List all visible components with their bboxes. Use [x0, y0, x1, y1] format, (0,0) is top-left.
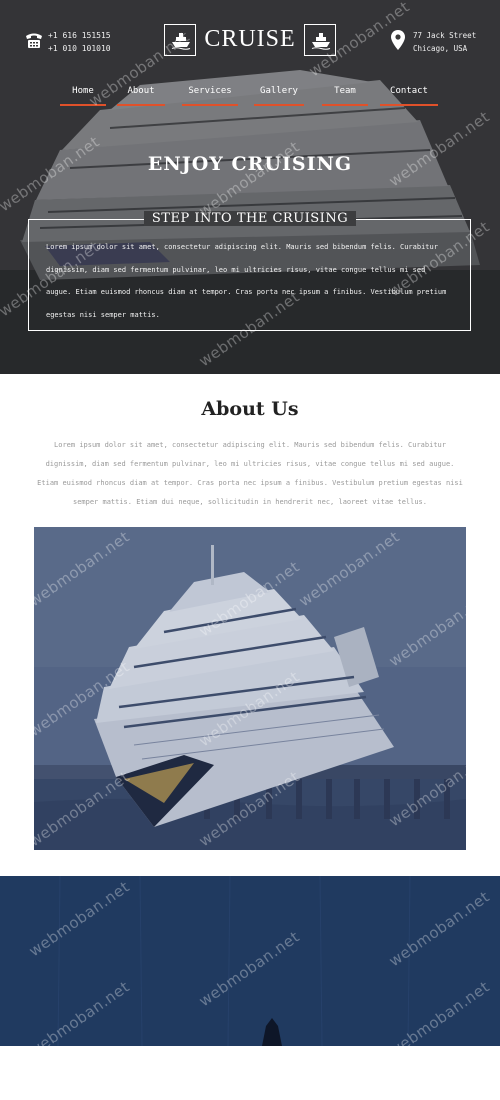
ship-icon	[171, 33, 191, 50]
bottom-strip	[0, 1046, 500, 1100]
nav-label: Home	[72, 86, 94, 96]
map-pin-icon	[391, 30, 405, 50]
logo-text: CRUISE	[204, 26, 296, 52]
nav-gallery[interactable]: Gallery	[254, 84, 304, 106]
nav-underline	[322, 104, 368, 106]
cruise-ship-illustration	[34, 527, 466, 850]
nav-about[interactable]: About	[117, 84, 165, 106]
main-navigation: Home About Services Gallery Team Contact	[60, 84, 440, 106]
phone-icon	[26, 33, 42, 48]
nav-team[interactable]: Team	[322, 84, 368, 106]
hero-box-title-wrap: STEP INTO THE CRUISING	[136, 211, 364, 226]
nav-home[interactable]: Home	[60, 84, 106, 106]
dark-ocean-banner	[0, 876, 500, 1046]
phone-number-1[interactable]: +1 616 151515	[48, 29, 128, 42]
nav-underline	[380, 104, 438, 106]
about-text: Lorem ipsum dolor sit amet, consectetur …	[37, 441, 463, 506]
nav-label: Services	[188, 86, 232, 96]
about-cruise-ship-image	[34, 527, 466, 850]
hero-banner: +1 616 151515 +1 010 101010 CRUISE 77 Ja…	[0, 0, 500, 374]
nav-label: About	[127, 86, 155, 96]
nav-label: Gallery	[260, 86, 298, 96]
hero-box-text: Lorem ipsum dolor sit amet, consectetur …	[46, 243, 447, 319]
address-line-1: 77 Jack Street	[413, 31, 477, 40]
site-logo[interactable]: CRUISE	[164, 24, 336, 58]
address-line-2: Chicago, USA	[413, 44, 468, 53]
nav-underline	[117, 104, 165, 106]
hero-title: ENJOY CRUISING	[147, 153, 353, 175]
nav-underline	[60, 104, 106, 106]
nav-contact[interactable]: Contact	[380, 84, 438, 106]
nav-label: Team	[334, 86, 356, 96]
hero-box-title: STEP INTO THE CRUISING	[143, 211, 357, 226]
nav-label: Contact	[390, 86, 428, 96]
nav-services[interactable]: Services	[182, 84, 238, 106]
phone-number-2[interactable]: +1 010 101010	[48, 42, 128, 55]
nav-underline	[182, 104, 238, 106]
nav-underline	[254, 104, 304, 106]
about-title: About Us	[201, 398, 299, 420]
ocean-texture	[0, 876, 500, 1046]
logo-ship-box-left	[164, 24, 196, 56]
ship-icon	[311, 33, 331, 50]
logo-ship-box-right	[304, 24, 336, 56]
